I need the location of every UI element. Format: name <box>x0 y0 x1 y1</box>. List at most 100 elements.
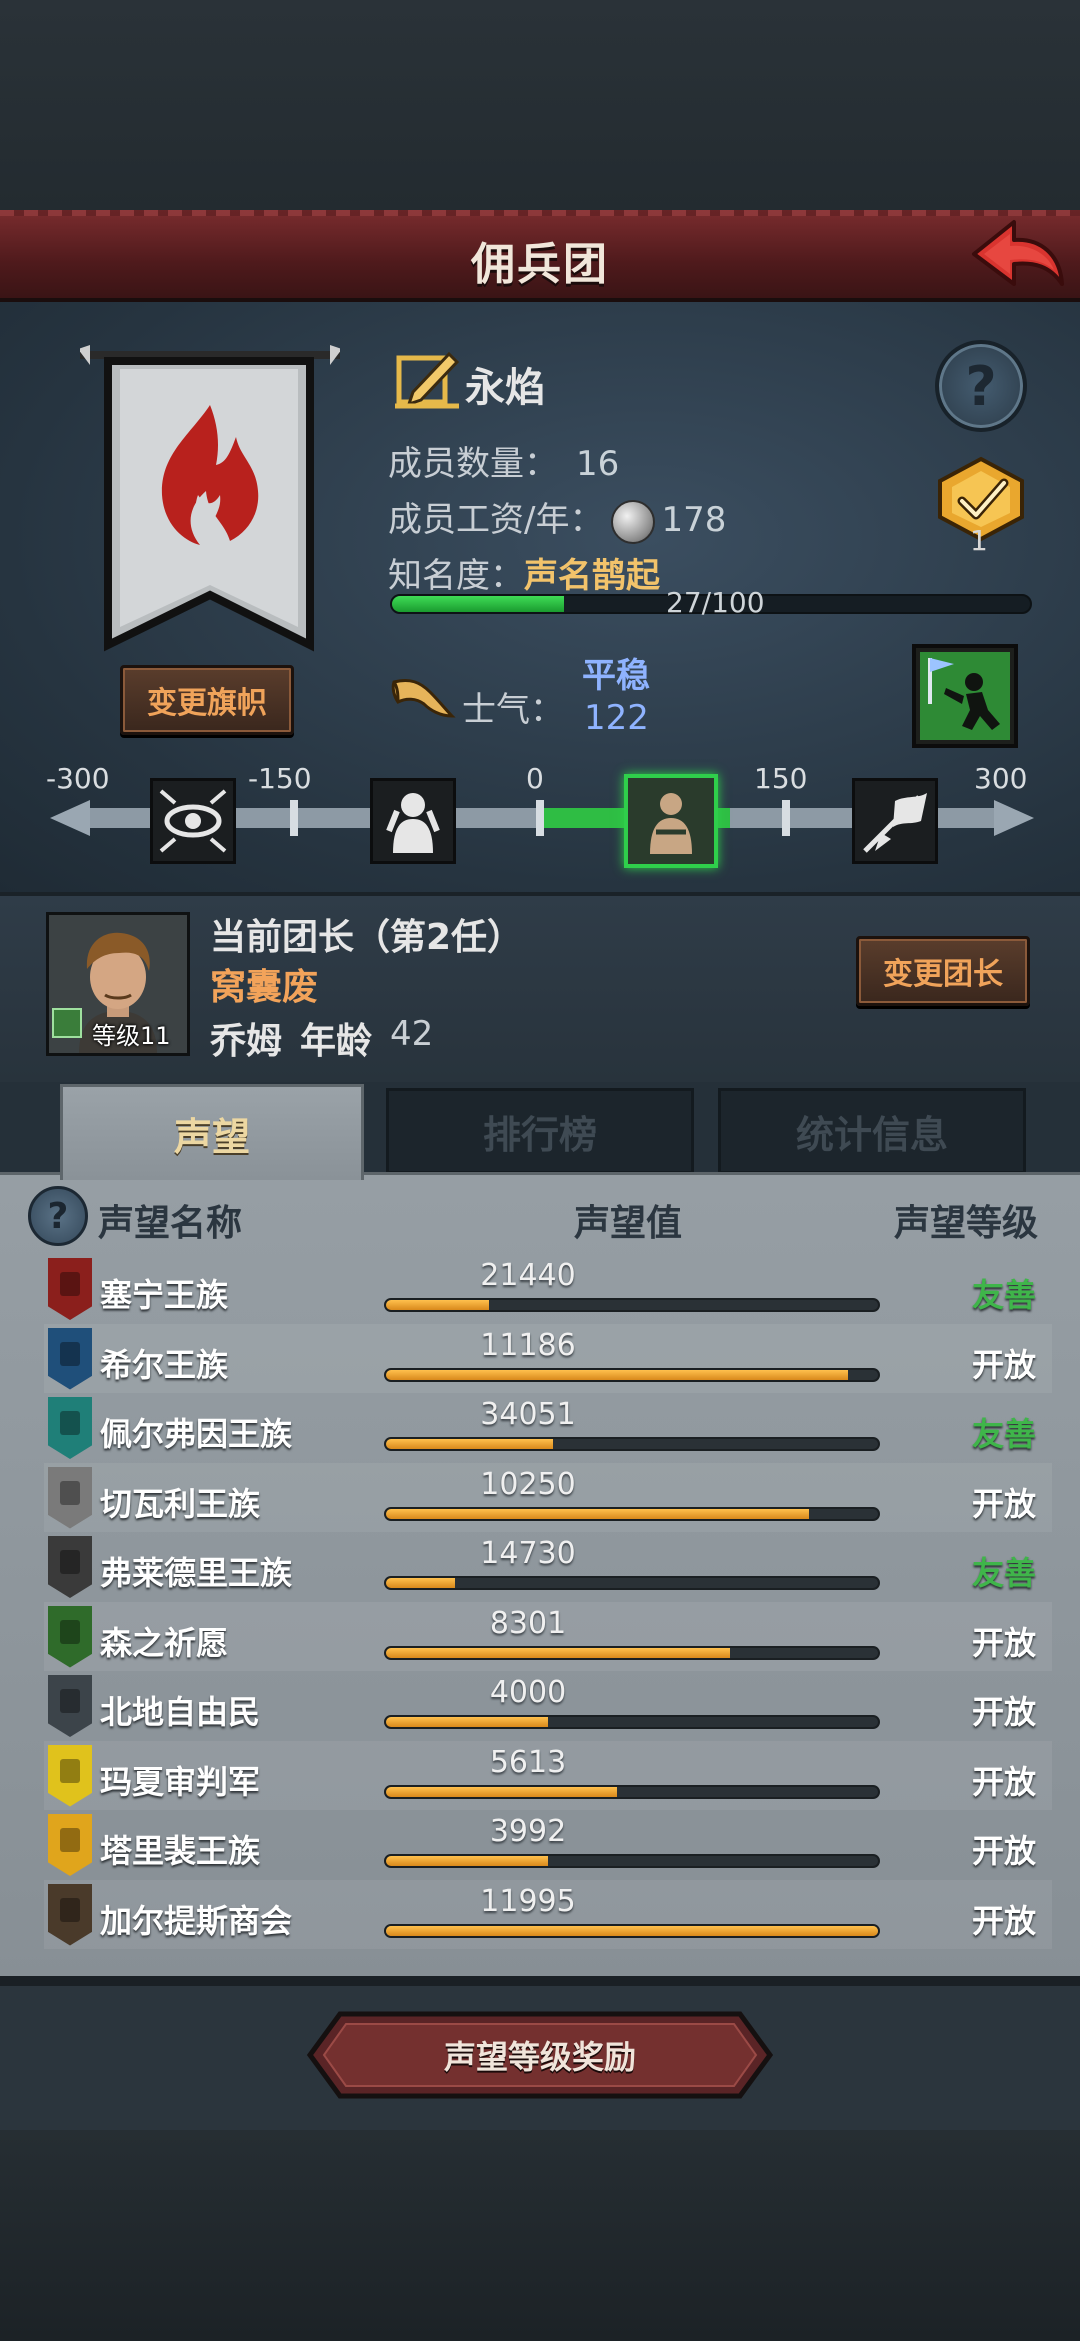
silver-coin-icon <box>611 499 656 544</box>
faction-name: 北地自由民 <box>100 1693 261 1731</box>
reputation-progress-bar <box>384 1506 880 1521</box>
reputation-level: 开放 <box>971 1484 1036 1523</box>
list-item[interactable]: 切瓦利王族 10250 开放 <box>44 1462 1052 1532</box>
faction-emblem-icon <box>48 1605 92 1668</box>
leader-title: 当前团长（第2任） <box>210 917 524 958</box>
reputation-value: 10250 <box>480 1466 576 1502</box>
morale-level-despair-icon[interactable] <box>370 778 456 864</box>
back-button[interactable] <box>970 214 1066 298</box>
scale-label-min: -300 <box>46 762 110 795</box>
faction-emblem-icon <box>48 1883 92 1946</box>
reputation-progress-fill <box>386 1508 810 1519</box>
list-item[interactable]: 塞宁王族 21440 友善 <box>44 1254 1052 1323</box>
faction-name: 希尔王族 <box>100 1345 229 1384</box>
flame-banner-icon <box>78 345 342 652</box>
tab-leaderboard[interactable]: 排行榜 <box>386 1088 694 1174</box>
header-reputation-value: 声望值 <box>574 1203 683 1244</box>
reputation-progress-bar <box>384 1715 880 1729</box>
list-item[interactable]: 森之祈愿 8301 开放 <box>44 1601 1052 1671</box>
fame-value: 声名鹊起 <box>524 556 660 596</box>
list-item[interactable]: 希尔王族 11186 开放 <box>44 1323 1052 1393</box>
fame-label: 知名度： <box>388 556 524 596</box>
change-leader-button[interactable]: 变更团长 <box>856 936 1030 1006</box>
reputation-level: 开放 <box>971 1623 1036 1662</box>
reputation-progress-bar <box>384 1576 880 1590</box>
faction-name: 切瓦利王族 <box>100 1484 261 1523</box>
tab-reputation[interactable]: 声望 <box>60 1084 364 1180</box>
list-item[interactable]: 佩尔弗因王族 34051 友善 <box>44 1393 1052 1462</box>
faction-emblem-icon <box>48 1814 92 1876</box>
company-name: 永焰 <box>465 365 545 411</box>
faction-emblem-icon <box>48 1258 92 1320</box>
faction-emblem-icon <box>48 1744 92 1807</box>
reputation-progress-fill <box>386 1578 455 1588</box>
faction-name: 弗莱德里王族 <box>100 1554 293 1592</box>
scale-label-zero: 0 <box>526 762 544 795</box>
faction-emblem-icon <box>48 1536 92 1598</box>
list-item[interactable]: 弗莱德里王族 14730 友善 <box>44 1532 1052 1601</box>
leader-age: 42 <box>390 1014 434 1054</box>
header-reputation-name: 声望名称 <box>98 1203 243 1244</box>
reputation-reward-button[interactable]: 声望等级奖励 <box>306 2010 774 2100</box>
reputation-level: 开放 <box>971 1762 1036 1801</box>
list-item[interactable]: 玛夏审判军 5613 开放 <box>44 1740 1052 1810</box>
members-stat: 成员数量： 16 <box>388 436 619 485</box>
faction-name: 佩尔弗因王族 <box>100 1415 293 1453</box>
leader-name: 乔姆 <box>210 1021 283 1062</box>
reputation-help-button[interactable]: ? <box>28 1186 88 1246</box>
faction-emblem-icon <box>48 1675 92 1737</box>
morale-level-stable-icon[interactable] <box>624 774 718 868</box>
reputation-progress-bar <box>384 1367 880 1382</box>
faction-name: 塞宁王族 <box>100 1276 229 1314</box>
fame-progress-text: 27/100 <box>666 586 765 619</box>
scale-label-high: 150 <box>754 762 808 795</box>
faction-emblem-icon <box>48 1327 92 1390</box>
reputation-progress-fill <box>386 1439 554 1449</box>
wage-value: 178 <box>661 500 727 540</box>
reputation-progress-fill <box>386 1856 549 1866</box>
morale-event-icon[interactable] <box>912 644 1018 748</box>
list-item[interactable]: 北地自由民 4000 开放 <box>44 1671 1052 1740</box>
company-banner <box>78 345 342 655</box>
reputation-progress-bar <box>384 1923 880 1938</box>
tab-statistics[interactable]: 统计信息 <box>718 1088 1026 1174</box>
reputation-value: 11995 <box>480 1883 576 1919</box>
reputation-progress-bar <box>384 1437 880 1451</box>
badge-count: 1 <box>970 524 988 557</box>
members-value: 16 <box>576 444 620 484</box>
header-reputation-level: 声望等级 <box>893 1203 1038 1244</box>
help-button[interactable]: ? <box>935 340 1027 432</box>
reputation-value: 3992 <box>489 1814 567 1849</box>
reputation-value: 4000 <box>489 1675 567 1710</box>
morale-level-inspired-icon[interactable] <box>852 778 938 864</box>
reputation-progress-fill <box>386 1300 490 1310</box>
list-item[interactable]: 加尔提斯商会 11995 开放 <box>44 1879 1052 1949</box>
reputation-progress-bar <box>384 1854 880 1868</box>
scale-label-max: 300 <box>974 762 1028 795</box>
reputation-level: 开放 <box>971 1693 1036 1731</box>
horn-icon <box>390 672 456 722</box>
reputation-level: 开放 <box>971 1345 1036 1384</box>
reputation-progress-bar <box>384 1784 880 1799</box>
faction-name: 加尔提斯商会 <box>100 1901 293 1940</box>
back-arrow-icon <box>972 220 1064 286</box>
list-item[interactable]: 塔里裴王族 3992 开放 <box>44 1810 1052 1879</box>
leader-level: 等级11 <box>92 1022 171 1050</box>
question-icon: ? <box>965 354 997 418</box>
top-background <box>0 0 1080 210</box>
scale-label-low: -150 <box>248 762 312 795</box>
change-flag-button[interactable]: 变更旗帜 <box>120 665 294 735</box>
faction-name: 塔里裴王族 <box>100 1832 261 1870</box>
reputation-progress-fill <box>386 1647 731 1658</box>
reputation-level: 友善 <box>971 1554 1036 1592</box>
fame-stat: 知名度：声名鹊起 <box>388 548 660 597</box>
leader-trait: 窝囊废 <box>210 967 319 1008</box>
reputation-progress-bar <box>384 1298 880 1312</box>
reputation-value: 8301 <box>489 1605 567 1641</box>
edit-name-icon[interactable] <box>395 348 461 410</box>
reputation-reward-label: 声望等级奖励 <box>443 2038 636 2076</box>
morale-level-rebellious-icon[interactable] <box>150 778 236 864</box>
reputation-progress-bar <box>384 1645 880 1660</box>
reputation-value: 5613 <box>489 1744 567 1780</box>
reputation-level: 开放 <box>971 1832 1036 1870</box>
